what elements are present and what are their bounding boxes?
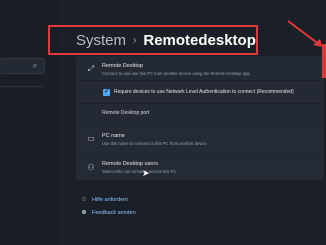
remote-desktop-users-subtitle: Select who can remotely access this PC (102, 169, 177, 174)
help-link-label[interactable]: Hilfe anfordern (92, 197, 128, 203)
remote-desktop-users-card[interactable]: ⚇ Remote Desktop users Select who can re… (76, 156, 324, 180)
red-arrow-icon (287, 20, 322, 47)
remote-desktop-subtitle: Connect to and use this PC from another … (102, 71, 250, 76)
settings-search-input[interactable]: ⌕ (0, 58, 45, 74)
nla-checkbox-label: Require devices to use Network Level Aut… (114, 89, 294, 95)
search-icon[interactable]: ⌕ (30, 61, 40, 71)
card-divider (76, 80, 324, 81)
sidebar-divider (0, 86, 44, 87)
pc-name-title: PC name (102, 133, 125, 139)
breadcrumb-separator: › (133, 34, 137, 46)
pc-name-subtitle: Use this name to connect to this PC from… (102, 141, 207, 146)
users-icon: ⚇ (87, 163, 95, 172)
pc-icon: ▭ (87, 134, 95, 143)
page-title: Remotedesktop (143, 31, 256, 49)
feedback-icon: ☻ (80, 209, 88, 216)
pc-name-card[interactable]: ▭ PC name Use this name to connect to th… (76, 128, 324, 152)
remote-desktop-icon: ⤢ (87, 64, 95, 73)
nla-checkbox[interactable]: ✓ (103, 89, 110, 96)
feedback-link[interactable]: ☻ Feedback senden (80, 209, 136, 217)
breadcrumb: System › Remotedesktop (76, 31, 256, 49)
help-icon: ☺ (80, 196, 88, 203)
card-divider (76, 103, 324, 104)
breadcrumb-parent[interactable]: System (76, 32, 126, 49)
remote-desktop-port-label: Remote Desktop port (102, 110, 150, 116)
remote-desktop-users-title: Remote Desktop users (102, 161, 158, 167)
remote-desktop-title: Remote Desktop (102, 63, 143, 69)
mouse-cursor-icon: ➤ (142, 168, 150, 178)
help-link[interactable]: ☺ Hilfe anfordern (80, 196, 128, 204)
feedback-link-label[interactable]: Feedback senden (92, 210, 136, 216)
